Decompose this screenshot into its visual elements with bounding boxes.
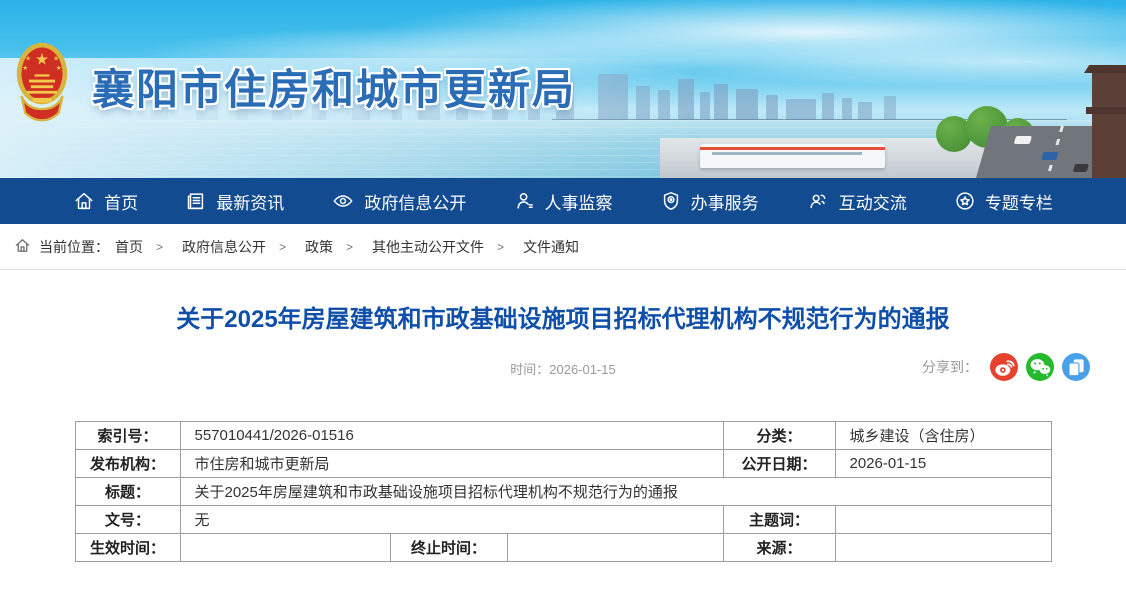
doc-title-label: 标题：	[75, 478, 180, 506]
banner-building	[714, 84, 728, 120]
breadcrumb-separator: >	[156, 240, 163, 254]
breadcrumb-item-home[interactable]: 首页	[115, 237, 143, 257]
category-value: 城乡建设（含住房）	[835, 422, 1051, 450]
banner-car	[1073, 164, 1089, 172]
nav-item-label: 首页	[104, 189, 138, 214]
nav-item-home[interactable]: 首页	[73, 189, 138, 214]
keywords-value	[835, 506, 1051, 534]
banner-building	[700, 92, 710, 120]
nav-item-label: 人事监察	[545, 189, 613, 214]
publisher-value: 市住房和城市更新局	[180, 450, 723, 478]
banner-building	[842, 98, 852, 120]
banner-building	[736, 89, 758, 120]
page-title: 关于2025年房屋建筑和市政基础设施项目招标代理机构不规范行为的通报	[60, 303, 1066, 337]
banner-building	[786, 99, 816, 120]
china-national-emblem-icon: ★ ★ ★ ★ ★	[14, 40, 70, 124]
nav-item-gov-info[interactable]: 政府信息公开	[331, 189, 466, 214]
doc-no-label: 文号：	[75, 506, 180, 534]
breadcrumb-item-other-open-docs[interactable]: 其他主动公开文件	[372, 237, 484, 257]
svg-text:★: ★	[35, 51, 49, 68]
breadcrumb-item-gov-info[interactable]: 政府信息公开	[182, 237, 266, 257]
publish-date-value: 2026-01-15	[835, 450, 1051, 478]
table-row: 生效时间： 终止时间： 来源：	[75, 534, 1051, 562]
breadcrumb-item-policy[interactable]: 政策	[305, 237, 333, 257]
table-row: 文号： 无 主题词：	[75, 506, 1051, 534]
chat-people-icon	[806, 190, 830, 212]
banner-building	[858, 102, 872, 120]
shield-badge-icon	[660, 190, 682, 212]
news-icon	[185, 190, 207, 212]
nav-item-label: 最新资讯	[216, 189, 284, 214]
copy-share-icon[interactable]	[1062, 353, 1090, 381]
banner-boat	[700, 144, 885, 168]
table-row: 标题： 关于2025年房屋建筑和市政基础设施项目招标代理机构不规范行为的通报	[75, 478, 1051, 506]
star-circle-icon	[954, 190, 976, 212]
person-icon	[514, 190, 536, 212]
banner-building	[884, 96, 896, 120]
effective-date-label: 生效时间：	[75, 534, 180, 562]
banner-ancient-gate-tower	[1092, 73, 1126, 178]
header-banner: ★ ★ ★ ★ ★ 襄阳市住房和城市更新局	[0, 0, 1126, 178]
index-no-label: 索引号：	[75, 422, 180, 450]
banner-building	[766, 95, 778, 120]
nav-item-personnel[interactable]: 人事监察	[514, 189, 613, 214]
document-meta-table: 索引号： 557010441/2026-01516 分类： 城乡建设（含住房） …	[75, 421, 1052, 562]
doc-title-value: 关于2025年房屋建筑和市政基础设施项目招标代理机构不规范行为的通报	[180, 478, 1051, 506]
keywords-label: 主题词：	[723, 506, 835, 534]
article-meta-row: 时间：2026-01-15 分享到：	[0, 353, 1126, 383]
source-label: 来源：	[723, 534, 835, 562]
home-icon	[73, 190, 95, 212]
share-bar: 分享到：	[922, 353, 1090, 381]
svg-text:★: ★	[56, 65, 62, 72]
end-date-label: 终止时间：	[390, 534, 507, 562]
banner-car	[1041, 152, 1058, 160]
nav-item-label: 办事服务	[691, 189, 759, 214]
nav-item-interaction[interactable]: 互动交流	[806, 189, 907, 214]
banner-car	[1014, 136, 1032, 144]
breadcrumb-separator: >	[497, 240, 504, 254]
table-row: 发布机构： 市住房和城市更新局 公开日期： 2026-01-15	[75, 450, 1051, 478]
home-icon	[14, 237, 31, 257]
banner-building	[822, 93, 834, 120]
nav-item-services[interactable]: 办事服务	[660, 189, 759, 214]
category-label: 分类：	[723, 422, 835, 450]
doc-no-value: 无	[180, 506, 723, 534]
nav-item-label: 政府信息公开	[364, 189, 466, 214]
nav-item-news[interactable]: 最新资讯	[185, 189, 284, 214]
svg-text:★: ★	[22, 65, 28, 72]
article-area: 关于2025年房屋建筑和市政基础设施项目招标代理机构不规范行为的通报 时间：20…	[0, 303, 1126, 562]
site-title: 襄阳市住房和城市更新局	[92, 56, 576, 117]
breadcrumb-separator: >	[346, 240, 353, 254]
svg-text:★: ★	[53, 56, 59, 63]
nav-item-topics[interactable]: 专题专栏	[954, 189, 1053, 214]
publisher-label: 发布机构：	[75, 450, 180, 478]
eye-icon	[331, 190, 355, 212]
nav-item-label: 专题专栏	[985, 189, 1053, 214]
publish-date-label: 公开日期：	[723, 450, 835, 478]
svg-text:★: ★	[25, 56, 31, 63]
breadcrumb: 当前位置： 首页 > 政府信息公开 > 政策 > 其他主动公开文件 > 文件通知	[0, 224, 1126, 270]
breadcrumb-separator: >	[279, 240, 286, 254]
weibo-share-icon[interactable]	[990, 353, 1018, 381]
end-date-value	[507, 534, 723, 562]
breadcrumb-item-doc-notice[interactable]: 文件通知	[523, 237, 579, 257]
nav-item-label: 互动交流	[839, 189, 907, 214]
table-row: 索引号： 557010441/2026-01516 分类： 城乡建设（含住房）	[75, 422, 1051, 450]
index-no-value: 557010441/2026-01516	[180, 422, 723, 450]
effective-date-value	[180, 534, 390, 562]
wechat-share-icon[interactable]	[1026, 353, 1054, 381]
main-nav: 首页 最新资讯 政府信息公开 人事监察 办事服务 互动交流 专题专栏	[0, 178, 1126, 224]
share-label: 分享到：	[922, 357, 978, 377]
breadcrumb-prefix: 当前位置：	[39, 237, 109, 257]
source-value	[835, 534, 1051, 562]
